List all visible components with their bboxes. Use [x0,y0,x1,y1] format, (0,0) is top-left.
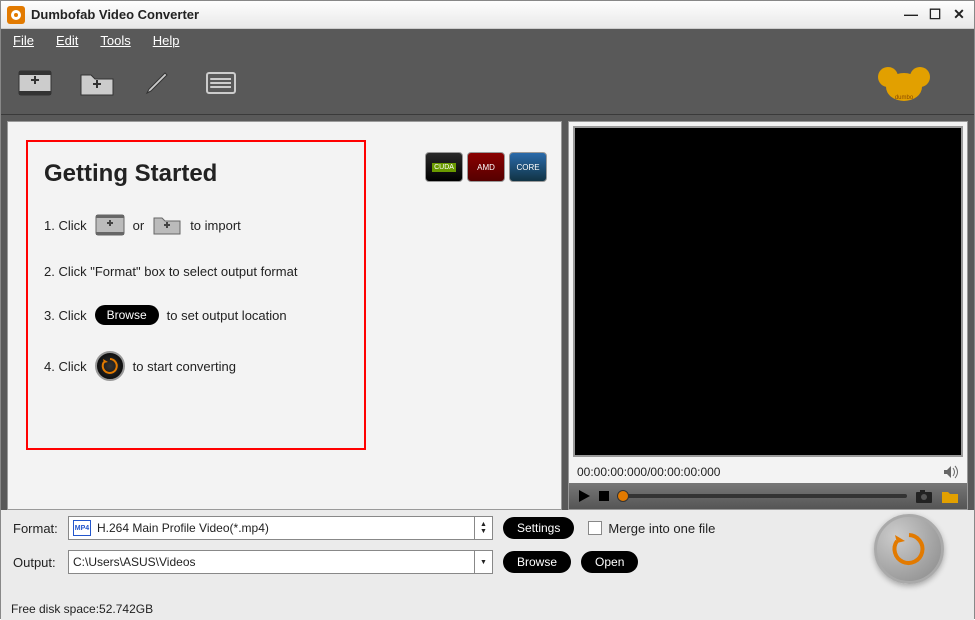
format-combo[interactable]: MP4 H.264 Main Profile Video(*.mp4) ▲▼ [68,516,493,540]
gpu-badges: CUDA AMD CORE [425,152,547,182]
edit-button[interactable] [139,65,179,101]
minimize-button[interactable]: — [902,6,920,24]
app-title: Dumbofab Video Converter [31,7,199,22]
settings-button[interactable]: Settings [503,517,574,539]
step3-suffix: to set output location [167,308,287,323]
seek-handle[interactable] [617,490,629,502]
main-area: Getting Started 1. Click or to import 2.… [1,115,974,510]
merge-label: Merge into one file [608,521,715,536]
step2-text: 2. Click "Format" box to select output f… [44,264,297,279]
step1-suffix: to import [190,218,241,233]
open-button[interactable]: Open [581,551,638,573]
menu-help[interactable]: Help [153,33,180,48]
convert-icon-example [95,351,125,381]
brand-logo-icon: dumbo [874,57,934,107]
folder-add-icon [152,212,182,238]
browse-pill-example: Browse [95,305,159,325]
video-preview [573,126,963,457]
left-panel: Getting Started 1. Click or to import 2.… [7,121,562,510]
getting-started-box: Getting Started 1. Click or to import 2.… [26,140,366,450]
getting-started-heading: Getting Started [44,160,348,188]
step3-prefix: 3. Click [44,308,87,323]
browse-button[interactable]: Browse [503,551,571,573]
menu-bar: File Edit Tools Help [1,29,974,51]
play-button[interactable] [577,489,591,503]
maximize-button[interactable]: ☐ [926,6,944,24]
add-folder-button[interactable] [77,65,117,101]
snapshot-button[interactable] [915,488,933,504]
menu-edit[interactable]: Edit [56,33,78,48]
stop-button[interactable] [599,491,609,501]
output-value: C:\Users\ASUS\Videos [73,555,196,569]
menu-tools[interactable]: Tools [100,33,130,48]
film-add-icon [95,212,125,238]
svg-text:dumbo: dumbo [895,95,914,101]
format-dropdown-icon[interactable]: ▲▼ [474,517,492,539]
output-combo[interactable]: C:\Users\ASUS\Videos ▼ [68,550,493,574]
step4-suffix: to start converting [133,359,236,374]
merge-checkbox[interactable] [588,521,602,535]
toolbar: dumbo [1,51,974,115]
output-label: Output: [13,555,68,570]
disk-space-label: Free disk space:52.742GB [11,602,153,616]
menu-file[interactable]: File [13,33,34,48]
title-bar: Dumbofab Video Converter — ☐ ✕ [1,1,974,29]
convert-button[interactable] [874,514,944,584]
volume-icon[interactable] [943,465,959,479]
app-logo-icon [7,6,25,24]
open-folder-button[interactable] [941,488,959,504]
bottom-panel: Format: MP4 H.264 Main Profile Video(*.m… [1,510,974,620]
time-display: 00:00:00:000/00:00:00:000 [577,465,720,479]
step1-or: or [133,218,145,233]
format-value: H.264 Main Profile Video(*.mp4) [97,521,269,535]
format-label: Format: [13,521,68,536]
seek-bar[interactable] [617,494,907,498]
add-file-button[interactable] [15,65,55,101]
list-button[interactable] [201,65,241,101]
close-button[interactable]: ✕ [950,6,968,24]
amd-badge: AMD [467,152,505,182]
mp4-icon: MP4 [73,520,91,536]
time-bar: 00:00:00:000/00:00:00:000 [569,461,967,483]
cuda-badge: CUDA [425,152,463,182]
step1-prefix: 1. Click [44,218,87,233]
output-dropdown-icon[interactable]: ▼ [474,551,492,573]
step4-prefix: 4. Click [44,359,87,374]
intel-badge: CORE [509,152,547,182]
preview-panel: 00:00:00:000/00:00:00:000 [568,121,968,510]
player-controls [569,483,967,509]
